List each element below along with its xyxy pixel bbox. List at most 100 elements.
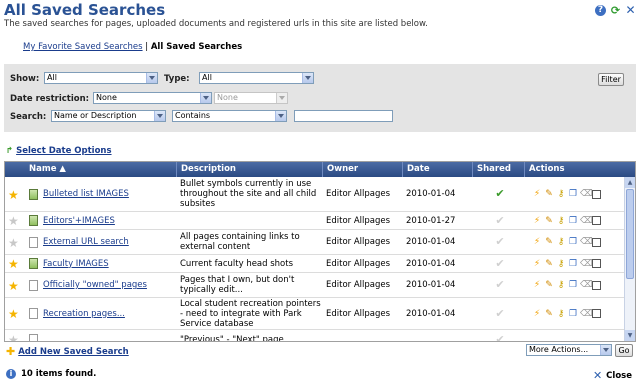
close-icon[interactable]: ✕ bbox=[625, 4, 636, 16]
page-subtitle: The saved searches for pages, uploaded d… bbox=[4, 19, 428, 29]
breadcrumb-favorites-link[interactable]: My Favorite Saved Searches bbox=[23, 42, 143, 52]
lightning-icon[interactable]: ⚡ bbox=[532, 189, 542, 199]
copy-icon[interactable]: ❐ bbox=[568, 189, 578, 199]
edit-icon[interactable]: ✎ bbox=[544, 216, 554, 226]
row-checkbox[interactable] bbox=[592, 189, 601, 199]
col-description[interactable]: Description bbox=[176, 162, 322, 177]
edit-icon[interactable]: ✎ bbox=[544, 259, 554, 269]
row-checkbox[interactable] bbox=[592, 309, 601, 318]
copy-icon[interactable]: ❐ bbox=[568, 259, 578, 269]
saved-search-link[interactable]: Faculty IMAGES bbox=[43, 259, 109, 269]
table-row[interactable]: ★ Officially "owned" pages Pages that I ow… bbox=[5, 273, 624, 298]
saved-search-link[interactable]: Editors'+IMAGES bbox=[43, 216, 115, 226]
owner-cell: Editor Allpages bbox=[326, 308, 391, 319]
key-icon[interactable]: ⚷ bbox=[556, 309, 566, 319]
search-field-select[interactable]: Name or Description bbox=[51, 110, 166, 122]
chevron-down-icon bbox=[275, 111, 286, 121]
select-date-options[interactable]: ↱ Select Date Options bbox=[6, 146, 112, 156]
search-input[interactable] bbox=[294, 110, 393, 122]
shared-check-icon: ✔ bbox=[495, 278, 505, 291]
shared-check-icon: ✔ bbox=[495, 235, 505, 248]
saved-search-link[interactable]: External URL search bbox=[43, 237, 129, 247]
grid-header: Name ▲ Description Owner Date Shared Act… bbox=[5, 162, 635, 177]
go-button[interactable]: Go bbox=[615, 344, 633, 357]
owner-cell: Editor Allpages bbox=[326, 237, 391, 247]
lightning-icon[interactable]: ⚡ bbox=[532, 237, 542, 247]
delete-icon[interactable]: ⌫ bbox=[580, 189, 593, 199]
row-checkbox[interactable] bbox=[592, 280, 601, 290]
add-new-saved-search-link[interactable]: Add New Saved Search bbox=[18, 347, 129, 357]
date-cell: 2010-01-04 bbox=[406, 189, 456, 199]
filter-button[interactable]: Filter bbox=[598, 73, 624, 86]
lightning-icon[interactable]: ⚡ bbox=[532, 309, 542, 319]
favorite-star-icon[interactable]: ★ bbox=[8, 308, 19, 320]
favorite-star-icon[interactable]: ★ bbox=[8, 189, 19, 201]
close-button[interactable]: ✕ Close bbox=[593, 369, 632, 382]
filter-panel: Show: All Type: All Filter Date restrict… bbox=[4, 64, 636, 132]
delete-icon[interactable]: ⌫ bbox=[580, 237, 593, 247]
table-row[interactable]: ★ Bulleted list IMAGES Bullet symbols curr… bbox=[5, 177, 624, 212]
scroll-up-icon: ▲ bbox=[625, 177, 635, 188]
copy-icon[interactable]: ❐ bbox=[568, 237, 578, 247]
key-icon[interactable]: ⚷ bbox=[556, 280, 566, 290]
favorite-star-icon[interactable]: ★ bbox=[8, 258, 19, 270]
chevron-down-icon bbox=[302, 73, 313, 83]
help-icon[interactable]: ? bbox=[595, 5, 606, 16]
select-date-options-link[interactable]: Select Date Options bbox=[16, 146, 111, 156]
edit-icon[interactable]: ✎ bbox=[544, 280, 554, 290]
delete-icon[interactable]: ⌫ bbox=[580, 216, 593, 226]
close-label: Close bbox=[606, 370, 632, 381]
col-shared[interactable]: Shared bbox=[472, 162, 524, 177]
search-operator-select[interactable]: Contains bbox=[172, 110, 287, 122]
table-row[interactable]: ★ Editors'+IMAGES Editor Allpages 2010-01-2… bbox=[5, 212, 624, 230]
col-owner[interactable]: Owner bbox=[322, 162, 402, 177]
col-name[interactable]: Name ▲ bbox=[25, 162, 176, 177]
saved-search-link[interactable]: Bulleted list IMAGES bbox=[43, 189, 129, 199]
more-actions-select[interactable]: More Actions... bbox=[526, 344, 612, 356]
table-row[interactable]: ★ Recreation pages... Local student recrea… bbox=[5, 298, 624, 330]
refresh-icon[interactable]: ⟳ bbox=[610, 5, 621, 16]
breadcrumb: My Favorite Saved Searches | All Saved S… bbox=[23, 42, 242, 52]
edit-icon[interactable]: ✎ bbox=[544, 237, 554, 247]
row-checkbox[interactable] bbox=[592, 259, 601, 268]
favorite-star-icon[interactable]: ★ bbox=[8, 215, 19, 227]
key-icon[interactable]: ⚷ bbox=[556, 216, 566, 226]
saved-search-link[interactable]: Officially "owned" pages bbox=[43, 280, 147, 290]
favorite-star-icon[interactable]: ★ bbox=[8, 237, 19, 249]
date-restriction-select[interactable]: None bbox=[93, 92, 212, 104]
chevron-down-icon bbox=[600, 345, 611, 355]
favorite-star-icon[interactable]: ★ bbox=[8, 280, 19, 292]
row-checkbox[interactable] bbox=[592, 237, 601, 247]
key-icon[interactable]: ⚷ bbox=[556, 259, 566, 269]
lightning-icon[interactable]: ⚡ bbox=[532, 280, 542, 290]
key-icon[interactable]: ⚷ bbox=[556, 237, 566, 247]
copy-icon[interactable]: ❐ bbox=[568, 309, 578, 319]
table-row[interactable]: ★ External URL search All pages containing… bbox=[5, 230, 624, 255]
edit-icon[interactable]: ✎ bbox=[544, 189, 554, 199]
document-icon bbox=[29, 279, 38, 291]
show-select[interactable]: All bbox=[44, 72, 158, 84]
shared-check-icon: ✔ bbox=[495, 187, 505, 200]
name-cell: Recreation pages... bbox=[25, 298, 176, 329]
lightning-icon[interactable]: ⚡ bbox=[532, 259, 542, 269]
edit-icon[interactable]: ✎ bbox=[544, 309, 554, 319]
col-date[interactable]: Date bbox=[402, 162, 472, 177]
saved-search-link[interactable]: Recreation pages... bbox=[43, 309, 125, 319]
breadcrumb-current: All Saved Searches bbox=[150, 42, 243, 52]
page-title: All Saved Searches bbox=[4, 1, 166, 19]
delete-icon[interactable]: ⌫ bbox=[580, 280, 593, 290]
date-cell: 2010-01-04 bbox=[406, 280, 456, 290]
add-new-saved-search[interactable]: ✚ Add New Saved Search bbox=[6, 345, 129, 358]
type-select[interactable]: All bbox=[199, 72, 314, 84]
delete-icon[interactable]: ⌫ bbox=[580, 309, 593, 319]
lightning-icon[interactable]: ⚡ bbox=[532, 216, 542, 226]
copy-icon[interactable]: ❐ bbox=[568, 216, 578, 226]
delete-icon[interactable]: ⌫ bbox=[580, 259, 593, 269]
date-restriction-label: Date restriction: bbox=[10, 94, 90, 104]
key-icon[interactable]: ⚷ bbox=[556, 189, 566, 199]
copy-icon[interactable]: ❐ bbox=[568, 280, 578, 290]
row-checkbox[interactable] bbox=[592, 216, 601, 225]
shared-check-icon: ✔ bbox=[495, 306, 505, 320]
table-row[interactable]: ★ Faculty IMAGES Current faculty head shot… bbox=[5, 255, 624, 273]
vertical-scrollbar[interactable]: ▲ ▼ bbox=[624, 177, 635, 341]
